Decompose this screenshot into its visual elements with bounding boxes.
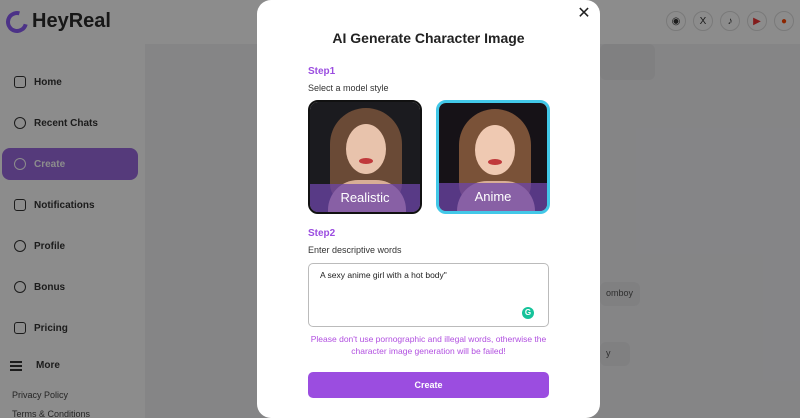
description-input[interactable]: A sexy anime girl with a hot body" G (308, 263, 549, 327)
grammarly-icon[interactable]: G (522, 307, 534, 319)
step2-hint: Enter descriptive words (308, 245, 402, 255)
step1-hint: Select a model style (308, 83, 389, 93)
create-button[interactable]: Create (308, 372, 549, 398)
style-option-anime[interactable]: Anime (436, 100, 550, 214)
content-warning: Please don't use pornographic and illega… (310, 334, 547, 356)
style-option-realistic[interactable]: Realistic (308, 100, 422, 214)
description-text: A sexy anime girl with a hot body" (320, 270, 447, 280)
step2-label: Step2 (308, 228, 336, 239)
close-icon[interactable]: ✕ (576, 6, 592, 22)
generate-character-dialog: ✕ AI Generate Character Image Step1 Sele… (257, 0, 600, 418)
step1-label: Step1 (308, 66, 336, 77)
style-option-label: Realistic (310, 184, 420, 212)
style-option-label: Anime (439, 183, 547, 211)
dialog-title: AI Generate Character Image (332, 30, 525, 46)
